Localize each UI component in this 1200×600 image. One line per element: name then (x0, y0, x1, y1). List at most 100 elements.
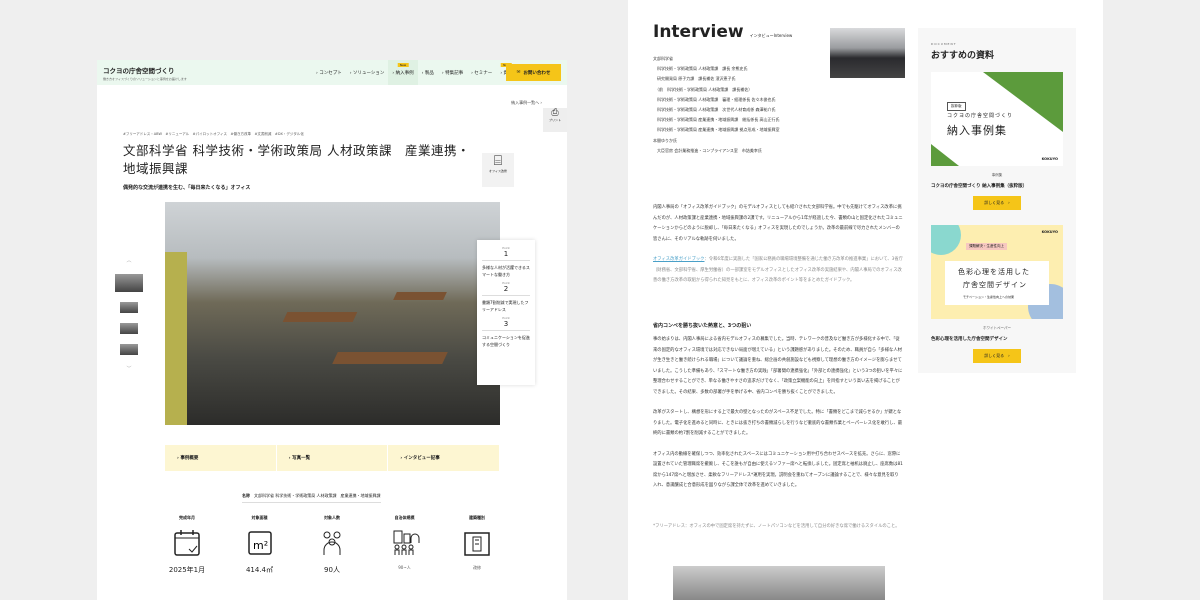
back-to-list-link[interactable]: 納入事例一覧へ › (511, 100, 542, 106)
recommended-docs-sidebar: DOCUMENT おすすめの資料 抜粋版 コクヨの庁舎空間づくり 納入事例集 KOKU… (918, 28, 1076, 373)
stat-label: 完成年月 (179, 515, 195, 520)
mail-icon: ✉ (516, 70, 521, 75)
nav-item[interactable]: › セミナー (467, 60, 496, 85)
document-category: ホワイトペーパー (983, 326, 1011, 330)
nav-item[interactable]: › 製品 (418, 60, 438, 85)
stat-label: 建築種別 (469, 515, 485, 520)
thumbnail[interactable] (120, 302, 138, 313)
stat-item: 建築種別 改修 (447, 515, 507, 575)
article-paragraph: オフィス内の動線を確保しつつ、効率化されたスペースにはコミュニケーション用や打ち… (653, 451, 903, 489)
interviewee-line: 科学技術・学術政策局 人材政策課 審理・経理係長 佐々木俊也氏 (653, 96, 776, 102)
document-title[interactable]: コクヨの庁舎空間づくり 納入事例集（抜粋版） (931, 183, 1027, 189)
document-details-button[interactable]: 詳しく見る › (973, 349, 1021, 363)
key-point[interactable]: Point 3 コミュニケーションを促進する空間づくり (482, 316, 530, 348)
new-badge: New (397, 63, 409, 67)
nav-item-label: › セミナー (471, 70, 493, 76)
case-name-label: 名称 (242, 493, 250, 498)
document-category: 事例集 (991, 173, 1003, 177)
office-photo (165, 202, 500, 425)
interviewee-list: 文部科学省 科学技術・学術政策局 人材政策課 課長 余熊史氏 研究開発局 原子力… (653, 54, 780, 156)
article-body: 事の始まりは、内閣人事局による省内モデルオフィスの募集でした。当時、テレワークの… (653, 335, 903, 502)
document-cover[interactable]: 課題解決・生産性向上 色彩心理を活用した 庁舎空間デザイン モチベーション・生産性向上… (931, 225, 1063, 319)
stat-value: 90人 (324, 566, 340, 574)
interviewee-line: 科学技術・学術政策局 産業連携・地域振興課 拠点形成・地域振興室 (653, 127, 780, 133)
contact-label: お問い合わせ (523, 70, 551, 76)
point-text: コミュニケーションを促進する空間づくり (482, 335, 530, 347)
thumbnail-carousel: ︿ ﹀ (115, 257, 143, 372)
case-study-page: コクヨの庁舎空間づくり 働き方オフィスづくりのソリューションと事例をお届けします … (97, 60, 567, 600)
cover-badge: 課題解決・生産性向上 (966, 243, 1007, 250)
cover-title-line2: 納入事例集 (947, 124, 1007, 137)
interviewee-line: 本間ゆりか氏 (653, 137, 677, 143)
stat-value: 改修 (473, 565, 481, 570)
nav-item-label: › ソリューション (349, 70, 385, 76)
printer-icon: ⎙ (551, 108, 559, 118)
section-tab[interactable]: › インタビュー記事 (388, 445, 501, 471)
thumbnail[interactable] (120, 323, 138, 334)
stat-item: 対象人数 90人 (302, 515, 362, 575)
nav-item-label: › 納入事例 (392, 70, 414, 76)
guidebook-note: オフィス改革ガイドブック：令和6年度に実施した「国家公務員の職場環境整備を通じた… (653, 255, 903, 287)
brand-logo[interactable]: コクヨの庁舎空間づくり 働き方オフィスづくりのソリューションと事例をお届けします (103, 65, 187, 81)
print-button[interactable]: ⎙ プリント (543, 108, 567, 132)
key-point[interactable]: Point 1 多様な人材が活躍できるスマートな働き方 (482, 246, 530, 278)
interviewee-line: （前 科学技術・学術政策局 人材政策課 課長補佐） (653, 86, 753, 92)
stat-label: 自治体規模 (394, 515, 415, 520)
cover-title-line1: コクヨの庁舎空間づくり (947, 113, 1014, 119)
chevron-down-icon[interactable]: ﹀ (126, 365, 131, 372)
section-tab[interactable]: › 事例概要 (165, 445, 277, 471)
city-population-icon (375, 527, 435, 559)
key-point[interactable]: Point 2 書類7割削減で実現したフリーアドレス (482, 281, 530, 313)
interview-page: Interview インタビューInterview 文部科学省 科学技術・学術政… (628, 0, 1103, 600)
interview-heading: Interview (653, 22, 744, 42)
print-label: プリント (548, 118, 561, 122)
interview-subheading: インタビューInterview (749, 33, 793, 38)
cover-subtitle: モチベーション・生産性向上への効果 (963, 295, 1014, 299)
section-heading: 省内コンペを勝ち抜いた熱意と、3つの狙い (653, 323, 752, 329)
stat-label: 対象人数 (324, 515, 340, 520)
nav-item[interactable]: › 納入事例 New (388, 60, 418, 85)
thumbnail[interactable] (120, 344, 138, 355)
nav-item[interactable]: › 特集記事 (438, 60, 467, 85)
page-title-line1: 文部科学省 科学技術・学術政策局 人材政策課 産業連携・ (123, 143, 470, 158)
point-number: 2 (482, 285, 530, 296)
stat-item: 完成年月 2025年1月 (157, 515, 217, 575)
tag-list[interactable]: #フリーアドレス・ABW #リニューアル #パイロットオフィス #働き方改革 #… (123, 132, 304, 137)
intro-paragraph: 内閣人事局の「オフィス改革ガイドブック」のモデルオフィスとしても紹介された文部科… (653, 205, 903, 242)
nav-item[interactable]: › ソリューション (346, 60, 389, 85)
nav-item-label: › コンセプト (316, 70, 342, 76)
thumbnail[interactable] (115, 274, 143, 292)
stat-item: 対象面積 m² 414.4㎡ (230, 515, 290, 575)
interviewee-line: 研究開発局 原子力課 課長補佐 濱沢恵子氏 (653, 76, 736, 82)
footnote: *フリーアドレス：オフィスの中で固定席を持たずに、ノートパソコンなどを活用して自… (653, 524, 900, 529)
people-icon (302, 527, 362, 559)
brand-title: コクヨの庁舎空間づくり (103, 67, 175, 75)
desk-icon: ⌸ (493, 153, 503, 169)
building-blueprint-icon (447, 527, 507, 559)
document-details-button[interactable]: 詳しく見る › (973, 196, 1021, 210)
article-paragraph: 事の始まりは、内閣人事局による省内モデルオフィスの募集でした。当時、テレワークの… (653, 337, 903, 395)
kokuyo-logo: KOKUYO (1041, 230, 1058, 234)
case-name-value: 文部科学省 科学技術・学術政策局 人材政策課 産業連携・地域振興課 (254, 493, 381, 498)
nav-item[interactable]: › コンセプト (312, 60, 346, 85)
key-points-panel: Point 1 多様な人材が活躍できるスマートな働き方 Point 2 書類7割削減で実現… (477, 240, 535, 385)
point-number: 1 (482, 250, 530, 261)
nav-menu: › コンセプト › ソリューション › 納入事例 New › 製品 › 特集記事 › セミナ… (312, 60, 517, 85)
cover-title-line1: 色彩心理を活用した (958, 268, 1030, 276)
stat-value: 2025年1月 (168, 566, 206, 574)
point-text: 多様な人材が活躍できるスマートな働き方 (482, 265, 530, 277)
section-tabs: › 事例概要 › 写真一覧 › インタビュー記事 (165, 445, 501, 471)
document-cover[interactable]: 抜粋版 コクヨの庁舎空間づくり 納入事例集 KOKUYO (931, 72, 1063, 166)
article-paragraph: 改革がスタートし、構想を形にする上で最大の壁となったのがスペース不足でした。特に… (653, 410, 903, 436)
interviewee-photo (830, 28, 905, 78)
stat-label: 対象面積 (251, 515, 268, 520)
chevron-up-icon[interactable]: ︿ (126, 257, 131, 264)
stat-value: 90~人 (398, 565, 411, 570)
point-number: 3 (482, 320, 530, 331)
office-type-badge: ⌸ オフィス改修 (482, 153, 514, 187)
guidebook-link[interactable]: オフィス改革ガイドブック (653, 257, 704, 262)
contact-button[interactable]: ✉ お問い合わせ (506, 64, 561, 81)
interviewee-line: 大臣官房 会計業務推進・コンプライアンス室 市詰美幸氏 (653, 147, 762, 153)
section-tab[interactable]: › 写真一覧 (277, 445, 389, 471)
document-title[interactable]: 色彩心理を活用した庁舎空間デザイン (931, 336, 1008, 342)
